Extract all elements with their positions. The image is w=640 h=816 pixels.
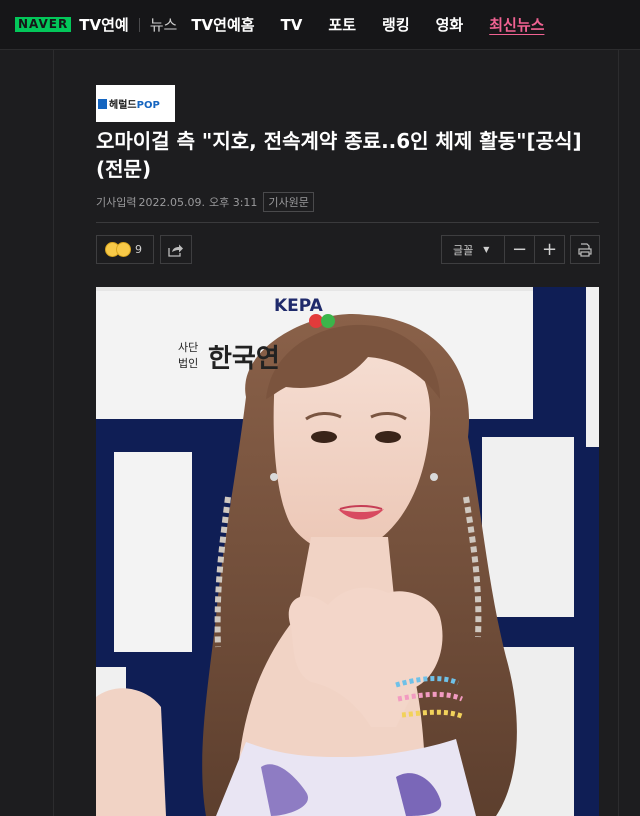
photo-illustration: KEPA 사단 법인 한국연 [96,287,599,816]
happy-emoji-icon [116,242,131,257]
nav-item-movie[interactable]: 영화 [436,14,464,35]
article-meta: 기사입력 2022.05.09. 오후 3:11 기사원문 [96,192,314,212]
press-name: 헤럴드POP [109,96,160,111]
minus-icon: − [511,239,528,260]
press-mark-icon [98,98,107,109]
font-label: 글꼴 [453,243,474,257]
nav-divider [138,17,140,32]
article-photo[interactable]: KEPA 사단 법인 한국연 [96,287,599,816]
top-navigation: NAVER TV연예 뉴스 TV연예홈 TV 포토 랭킹 영화 최신뉴스 [0,0,640,50]
share-icon [168,244,183,257]
plus-icon: + [541,239,558,260]
original-article-button[interactable]: 기사원문 [263,192,314,212]
press-logo[interactable]: 헤럴드POP [96,85,175,122]
chevron-down-icon: ▼ [483,245,490,254]
naver-logo[interactable]: NAVER [15,17,72,32]
press-name-main: 헤럴드 [109,100,137,111]
nav-item-photo[interactable]: 포토 [328,14,356,35]
font-select[interactable]: 글꼴 ▼ [441,235,505,264]
section-title[interactable]: TV연예 [79,14,128,35]
nav-item-ranking[interactable]: 랭킹 [382,14,410,35]
backdrop-text-kepa: KEPA [274,296,324,316]
published-label: 기사입력 [96,196,137,209]
left-divider [53,50,54,816]
press-name-pop: POP [136,100,160,111]
nav-item-tv-entertainment-home[interactable]: TV연예홈 [191,14,254,35]
backdrop-text-beopin: 법인 [178,357,198,370]
nav-item-latest-news[interactable]: 최신뉴스 [489,14,544,35]
backdrop-text-sadan: 사단 [178,341,198,354]
backdrop-text-korea: 한국연 [208,344,280,374]
article-headline: 오마이걸 측 "지호, 전속계약 종료..6인 체제 활동"[공식](전문) [96,129,582,181]
reaction-count: 9 [135,243,142,256]
meta-separator [96,222,599,223]
share-button[interactable] [160,235,192,264]
published-date: 2022.05.09. [138,195,205,209]
font-increase-button[interactable]: + [534,235,565,264]
print-button[interactable] [570,235,600,264]
nav-item-tv[interactable]: TV [281,16,303,34]
reaction-button[interactable]: 9 [96,235,154,264]
print-icon [578,242,592,257]
nav-item-news[interactable]: 뉴스 [150,14,178,35]
right-divider [618,50,619,816]
published-time: 오후 3:11 [208,196,258,209]
font-decrease-button[interactable]: − [504,235,535,264]
